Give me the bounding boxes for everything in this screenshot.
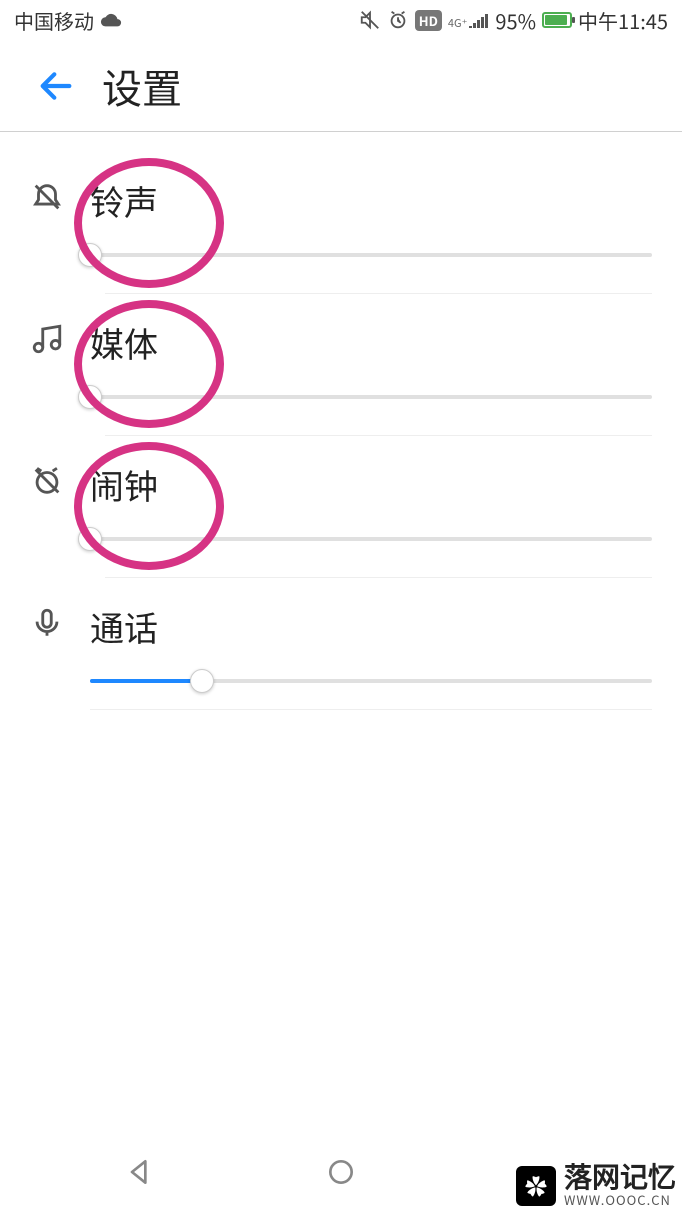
media-row: 媒体 (30, 318, 652, 425)
watermark-title: 落网记忆 (564, 1165, 676, 1193)
music-icon (30, 322, 64, 356)
divider (105, 293, 652, 294)
mute-icon (359, 9, 381, 31)
call-label: 通话 (90, 602, 652, 651)
call-row: 通话 (30, 602, 652, 710)
hd-badge: HD (415, 10, 442, 31)
divider (105, 577, 652, 578)
network-indicator: 4G⁺ (448, 12, 490, 28)
carrier-label: 中国移动 (14, 6, 94, 35)
status-bar: 中国移动 HD 4G⁺ 95% 中午11:45 (0, 0, 682, 40)
ringtone-mute-icon (30, 180, 64, 214)
battery-icon (542, 12, 572, 28)
page-title: 设置 (102, 57, 182, 115)
alarm-slider[interactable] (90, 527, 652, 551)
ringtone-slider[interactable] (90, 243, 652, 267)
call-slider[interactable] (90, 669, 652, 693)
volume-settings: 铃声 媒体 (0, 132, 682, 710)
media-slider[interactable] (90, 385, 652, 409)
alarm-label: 闹钟 (90, 460, 652, 509)
ringtone-row: 铃声 (30, 176, 652, 283)
cloud-icon (100, 9, 122, 31)
divider (90, 709, 652, 710)
media-label: 媒体 (90, 318, 652, 367)
watermark: ✿ 落网记忆 WWW.OOOC.CN (516, 1165, 676, 1206)
clock-time: 中午11:45 (578, 6, 668, 35)
ringtone-label: 铃声 (90, 176, 652, 225)
watermark-url: WWW.OOOC.CN (564, 1193, 676, 1206)
microphone-icon (30, 606, 64, 640)
nav-back-button[interactable] (120, 1152, 160, 1192)
back-button[interactable] (36, 66, 76, 106)
watermark-logo-icon: ✿ (516, 1166, 556, 1206)
alarm-off-icon (30, 464, 64, 498)
alarm-status-icon (387, 9, 409, 31)
nav-home-button[interactable] (321, 1152, 361, 1192)
alarm-row: 闹钟 (30, 460, 652, 567)
app-header: 设置 (0, 40, 682, 132)
battery-pct: 95% (495, 6, 536, 35)
divider (105, 435, 652, 436)
